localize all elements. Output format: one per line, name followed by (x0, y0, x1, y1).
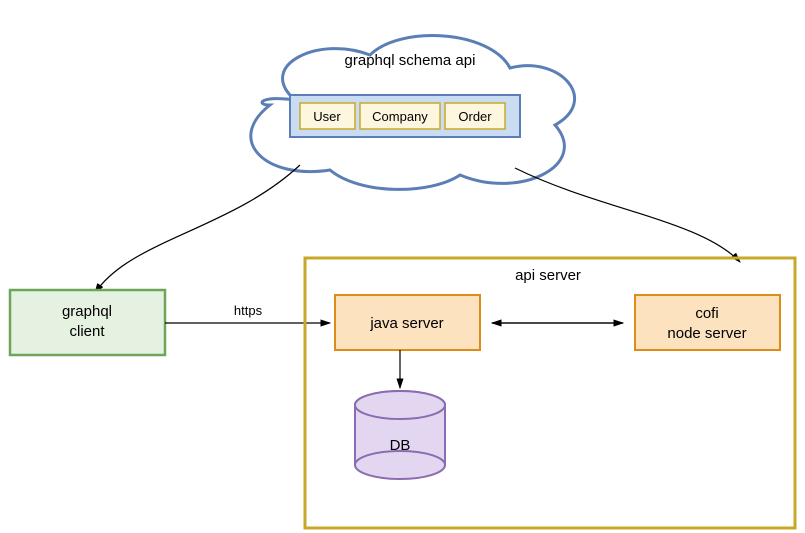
db-cylinder: DB (355, 391, 445, 479)
entity-order-label: Order (458, 109, 492, 124)
cofi-node-server-box: cofi node server (635, 295, 780, 350)
edge-schema-to-client (95, 165, 300, 293)
graphql-client-box: graphql client (10, 290, 165, 355)
cloud-title: graphql schema api (345, 52, 476, 69)
entity-order: Order (445, 103, 505, 129)
graphql-client-label-line1: graphql (62, 303, 112, 320)
entity-company-label: Company (372, 109, 428, 124)
entity-user: User (300, 103, 355, 129)
java-server-label: java server (369, 315, 443, 332)
java-server-box: java server (335, 295, 480, 350)
api-server-container-title: api server (515, 267, 581, 284)
entity-company: Company (360, 103, 440, 129)
edge-schema-to-apiserver (515, 168, 740, 262)
db-label: DB (390, 437, 411, 454)
entity-user-label: User (313, 109, 341, 124)
graphql-client-label-line2: client (69, 323, 105, 340)
cofi-node-server-label-line2: node server (667, 325, 746, 342)
edge-client-to-javaserver-label: https (234, 303, 263, 318)
cofi-node-server-label-line1: cofi (695, 305, 718, 322)
